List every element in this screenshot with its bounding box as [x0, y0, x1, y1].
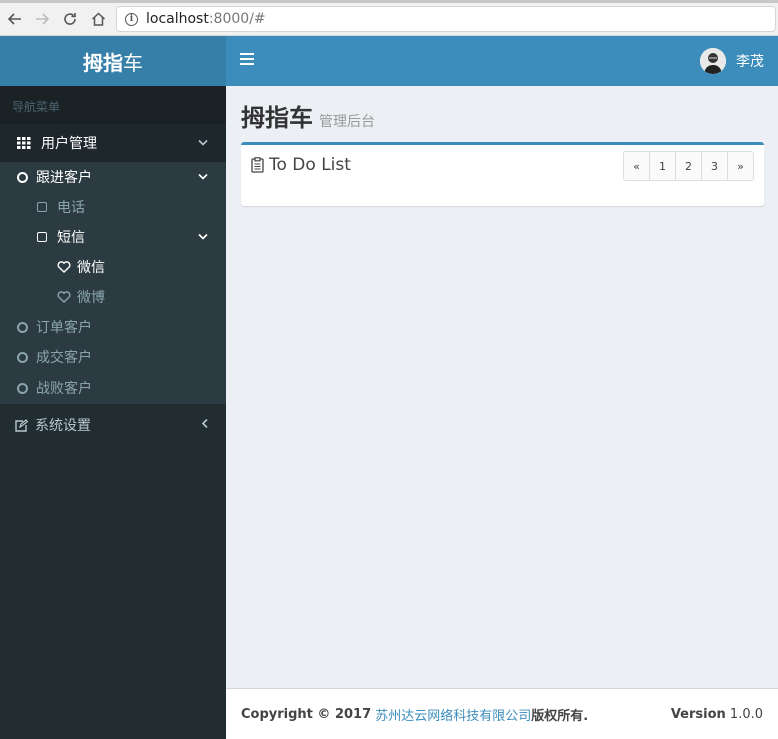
pagination-prev[interactable]: «	[623, 151, 650, 181]
box-title-text: To Do List	[269, 155, 351, 175]
url-path: :8000/#	[208, 11, 266, 27]
back-button[interactable]	[4, 8, 26, 30]
sidebar-item-label: 成交客户	[36, 350, 92, 366]
arrow-left-icon	[8, 13, 21, 25]
version-label: Version	[670, 706, 726, 722]
sidebar-item-weibo[interactable]: 微博	[0, 282, 226, 312]
user-menu[interactable]: 李茂	[700, 48, 764, 74]
logo-bold: 拇指	[83, 50, 123, 75]
sidebar-item-label: 用户管理	[41, 136, 97, 152]
footer: Copyright © 2017 苏州达云网络科技有限公司 版权所有. Versi…	[226, 688, 778, 739]
content-wrapper: 拇指车 管理后台 To Do List « 1 2 3 »	[226, 86, 778, 688]
logo-light: 车	[123, 50, 143, 75]
circle-icon	[17, 171, 28, 183]
todo-box: To Do List « 1 2 3 »	[241, 142, 764, 206]
sidebar-item-label: 微博	[77, 290, 105, 306]
home-icon	[91, 12, 105, 26]
page-subtitle: 管理后台	[319, 114, 375, 130]
square-icon	[37, 202, 47, 212]
pagination-next[interactable]: »	[727, 151, 754, 181]
home-button[interactable]	[87, 8, 109, 30]
chevron-down-icon	[198, 171, 208, 184]
arrow-right-icon	[36, 13, 49, 25]
chevron-down-icon	[198, 231, 208, 244]
pagination-page-3[interactable]: 3	[701, 151, 728, 181]
url-host: localhost	[146, 11, 209, 27]
sidebar-item-label: 短信	[57, 230, 85, 246]
pagination-page-2[interactable]: 2	[675, 151, 702, 181]
circle-icon	[17, 382, 28, 394]
address-bar[interactable]: i localhost:8000/#	[116, 6, 776, 32]
reload-button[interactable]	[59, 8, 81, 30]
page-title: 拇指车 管理后台	[241, 98, 375, 133]
square-icon	[37, 232, 47, 242]
sidebar-item-label: 微信	[77, 260, 105, 276]
sidebar-item-order-customers[interactable]: 订单客户	[0, 312, 226, 342]
chevron-left-icon	[201, 418, 208, 432]
info-icon[interactable]: i	[125, 12, 138, 26]
sidebar-item-label: 电话	[57, 200, 85, 216]
chevron-down-icon	[198, 137, 208, 150]
sidebar-item-deal-customers[interactable]: 成交客户	[0, 342, 226, 372]
grid-icon	[17, 137, 33, 149]
edit-icon	[14, 418, 28, 432]
sidebar-item-label: 跟进客户	[36, 170, 92, 186]
sidebar-toggle-icon[interactable]	[240, 53, 254, 67]
logo[interactable]: 拇指车	[0, 36, 226, 86]
version-value: 1.0.0	[729, 706, 763, 722]
circle-icon	[17, 351, 28, 363]
sidebar-header: 导航菜单	[0, 86, 226, 124]
top-navbar: 李茂	[226, 36, 778, 86]
heart-icon	[57, 261, 71, 273]
avatar	[700, 48, 726, 74]
sidebar-item-sms[interactable]: 短信	[0, 222, 226, 252]
sidebar-item-label: 系统设置	[35, 418, 91, 434]
user-name: 李茂	[736, 54, 764, 70]
sidebar-item-user-management[interactable]: 用户管理	[0, 124, 226, 162]
copyright-text: Copyright © 2017	[241, 706, 372, 722]
sidebar-item-label: 订单客户	[36, 320, 92, 336]
sidebar-item-phone[interactable]: 电话	[0, 192, 226, 222]
clipboard-icon	[251, 157, 264, 173]
page-title-text: 拇指车	[241, 104, 313, 132]
sidebar-item-lost-customers[interactable]: 战败客户	[0, 372, 226, 404]
sidebar-item-system-settings[interactable]: 系统设置	[0, 404, 226, 446]
browser-toolbar: i localhost:8000/#	[0, 0, 778, 36]
sidebar-item-follow-customers[interactable]: 跟进客户	[0, 162, 226, 192]
pagination-page-1[interactable]: 1	[649, 151, 676, 181]
reload-icon	[64, 13, 76, 25]
box-title: To Do List	[251, 155, 351, 175]
pagination: « 1 2 3 »	[623, 151, 754, 181]
forward-button[interactable]	[31, 8, 53, 30]
sidebar: 拇指车 导航菜单 用户管理 跟进客户 电话 短信 微信 微博 订单客户 成交客户…	[0, 36, 226, 739]
sidebar-item-label: 战败客户	[36, 381, 92, 397]
user-management-submenu: 跟进客户 电话 短信 微信 微博 订单客户 成交客户 战败客户	[0, 162, 226, 404]
version-info: Version 1.0.0	[671, 707, 763, 722]
sidebar-item-wechat[interactable]: 微信	[0, 252, 226, 282]
circle-icon	[17, 321, 28, 333]
heart-icon	[57, 291, 71, 303]
rights-text: 版权所有.	[531, 708, 589, 724]
company-link[interactable]: 苏州达云网络科技有限公司	[375, 705, 531, 724]
